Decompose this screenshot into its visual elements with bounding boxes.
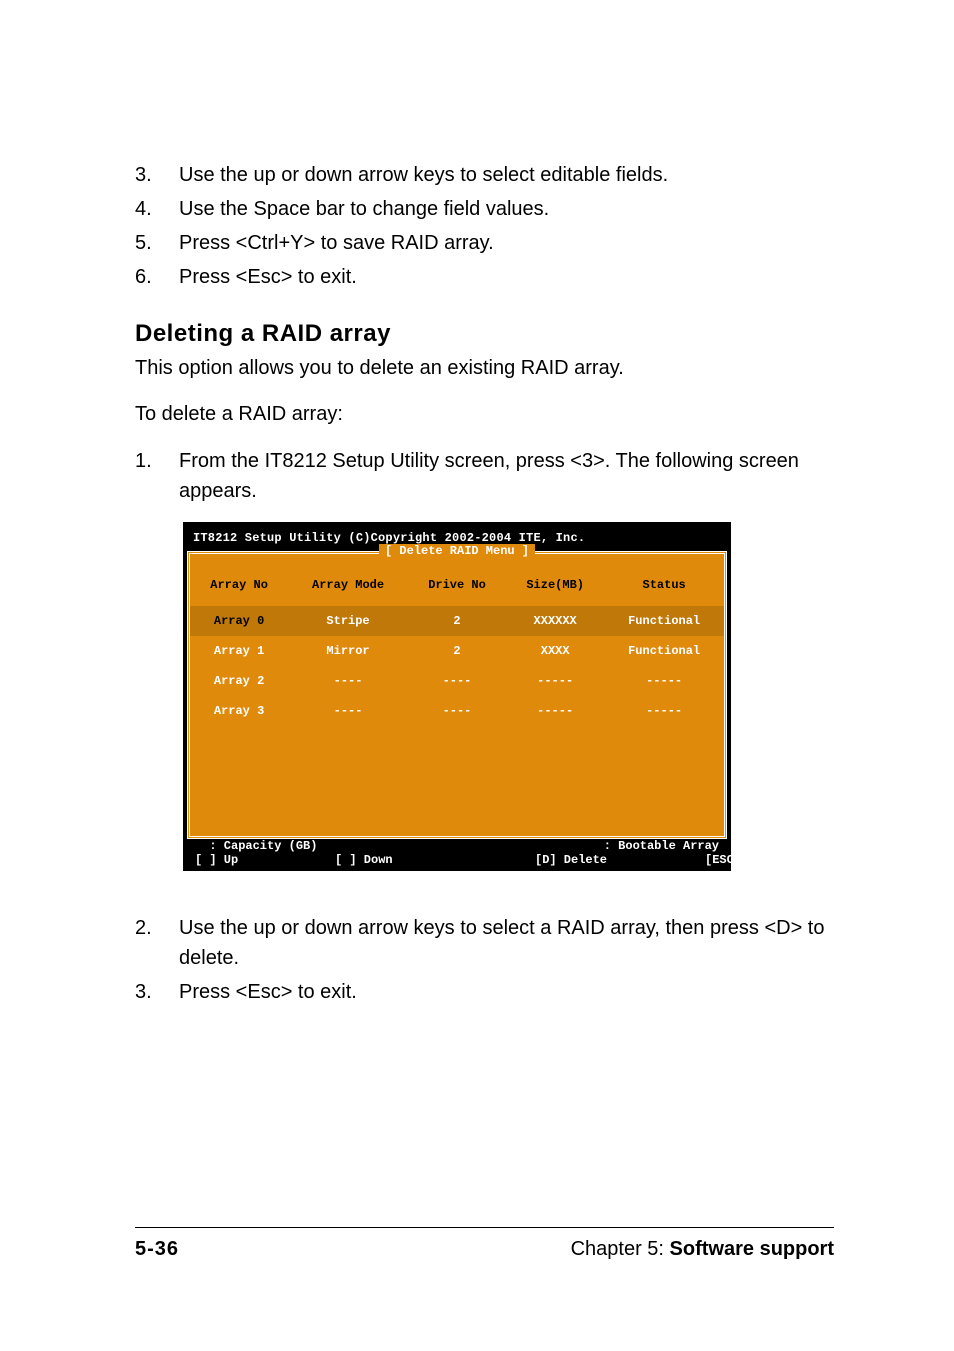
- cell: Array 2: [190, 666, 288, 696]
- raid-footer: : Capacity (GB) : Bootable Array [ ] Up …: [183, 839, 731, 871]
- raid-panel: [ Delete RAID Menu ] Array No Array Mode…: [187, 551, 727, 839]
- cell: -----: [506, 696, 604, 726]
- cell: -----: [604, 666, 724, 696]
- chapter-bold: Software support: [670, 1238, 834, 1260]
- cell: 2: [408, 636, 506, 666]
- step-number: 6.: [135, 262, 179, 292]
- step-text: Use the up or down arrow keys to select …: [179, 160, 834, 190]
- col-header: Drive No: [408, 554, 506, 606]
- cell: -----: [506, 666, 604, 696]
- step-number: 2.: [135, 913, 179, 973]
- cell: ----: [288, 696, 408, 726]
- step-item: 5. Press <Ctrl+Y> to save RAID array.: [135, 228, 834, 258]
- step-number: 4.: [135, 194, 179, 224]
- panel-spacer: [190, 726, 724, 836]
- col-header: Size(MB): [506, 554, 604, 606]
- step-text: Use the Space bar to change field values…: [179, 194, 834, 224]
- page-number: 5-36: [135, 1238, 179, 1261]
- panel-title: [ Delete RAID Menu ]: [379, 544, 535, 558]
- step-item: 1. From the IT8212 Setup Utility screen,…: [135, 446, 834, 506]
- cell: XXXX: [506, 636, 604, 666]
- page-footer: 5-36 Chapter 5: Software support: [135, 1227, 834, 1261]
- table-row[interactable]: Array 2 ---- ---- ----- -----: [190, 666, 724, 696]
- chapter-label: Chapter 5: Software support: [571, 1238, 834, 1261]
- intro-text-1: This option allows you to delete an exis…: [135, 354, 834, 382]
- cell: Stripe: [288, 606, 408, 636]
- cell: 2: [408, 606, 506, 636]
- cell: Array 1: [190, 636, 288, 666]
- cell: Array 3: [190, 696, 288, 726]
- table-row[interactable]: Array 3 ---- ---- ----- -----: [190, 696, 724, 726]
- step-text: Press <Esc> to exit.: [179, 977, 834, 1007]
- step-number: 5.: [135, 228, 179, 258]
- footer-capacity: : Capacity (GB): [195, 839, 589, 853]
- footer-down: [ ] Down: [335, 853, 535, 867]
- step-item: 3. Press <Esc> to exit.: [135, 977, 834, 1007]
- steps-top-list: 3. Use the up or down arrow keys to sele…: [135, 160, 834, 292]
- raid-utility-screenshot: IT8212 Setup Utility (C)Copyright 2002-2…: [183, 522, 731, 871]
- step-item: 4. Use the Space bar to change field val…: [135, 194, 834, 224]
- step-text: Use the up or down arrow keys to select …: [179, 913, 834, 973]
- col-header: Array Mode: [288, 554, 408, 606]
- step-number: 3.: [135, 977, 179, 1007]
- step-number: 3.: [135, 160, 179, 190]
- cell: Array 0: [190, 606, 288, 636]
- raid-table: Array No Array Mode Drive No Size(MB) St…: [190, 554, 724, 726]
- table-header-row: Array No Array Mode Drive No Size(MB) St…: [190, 554, 724, 606]
- table-row[interactable]: Array 1 Mirror 2 XXXX Functional: [190, 636, 724, 666]
- footer-exit: [ESC] Exit: [667, 853, 777, 867]
- steps-mid-list: 1. From the IT8212 Setup Utility screen,…: [135, 446, 834, 506]
- chapter-prefix: Chapter 5:: [571, 1238, 670, 1260]
- cell: Functional: [604, 606, 724, 636]
- footer-bootable: : Bootable Array: [589, 839, 719, 853]
- footer-delete: [D] Delete: [535, 853, 667, 867]
- step-number: 1.: [135, 446, 179, 506]
- cell: -----: [604, 696, 724, 726]
- footer-up: [ ] Up: [195, 853, 335, 867]
- step-item: 2. Use the up or down arrow keys to sele…: [135, 913, 834, 973]
- step-item: 3. Use the up or down arrow keys to sele…: [135, 160, 834, 190]
- cell: ----: [408, 666, 506, 696]
- cell: Functional: [604, 636, 724, 666]
- col-header: Array No: [190, 554, 288, 606]
- intro-text-2: To delete a RAID array:: [135, 400, 834, 428]
- step-item: 6. Press <Esc> to exit.: [135, 262, 834, 292]
- cell: Mirror: [288, 636, 408, 666]
- steps-bottom-list: 2. Use the up or down arrow keys to sele…: [135, 913, 834, 1007]
- page: 3. Use the up or down arrow keys to sele…: [0, 0, 954, 1351]
- section-title: Deleting a RAID array: [135, 320, 834, 348]
- step-text: From the IT8212 Setup Utility screen, pr…: [179, 446, 834, 506]
- step-text: Press <Esc> to exit.: [179, 262, 834, 292]
- col-header: Status: [604, 554, 724, 606]
- cell: XXXXXX: [506, 606, 604, 636]
- cell: ----: [288, 666, 408, 696]
- table-row[interactable]: Array 0 Stripe 2 XXXXXX Functional: [190, 606, 724, 636]
- step-text: Press <Ctrl+Y> to save RAID array.: [179, 228, 834, 258]
- cell: ----: [408, 696, 506, 726]
